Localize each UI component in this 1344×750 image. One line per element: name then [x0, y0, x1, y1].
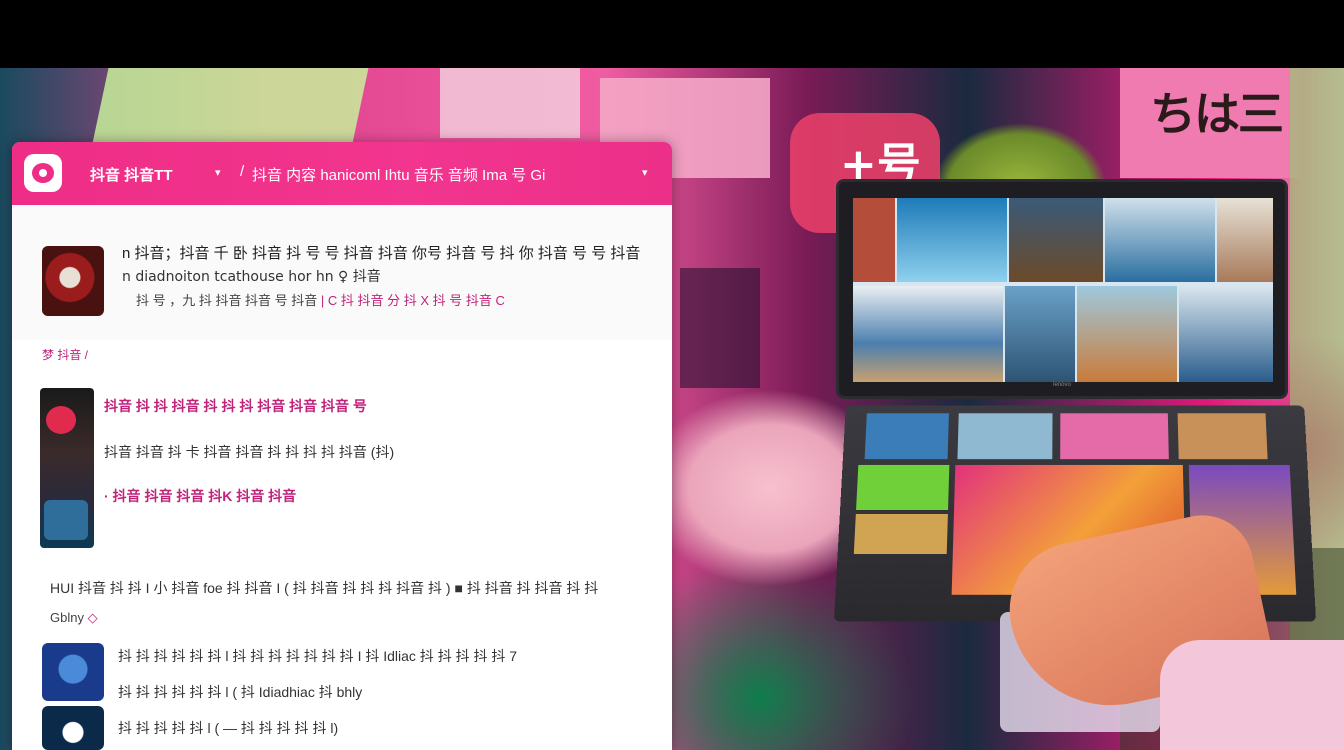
app-tile[interactable]: [957, 413, 1052, 459]
breadcrumb-separator: /: [240, 163, 244, 180]
sleeve: [1160, 640, 1344, 750]
app-tile[interactable]: [854, 514, 948, 554]
chevron-down-icon[interactable]: ▾: [642, 166, 648, 179]
app-tile[interactable]: [865, 413, 949, 459]
diamond-icon: ◇: [88, 610, 98, 625]
chevron-down-icon[interactable]: ▾: [215, 166, 221, 179]
collage-tile: [680, 268, 760, 388]
video-thumbnail[interactable]: [897, 198, 1007, 282]
list-item[interactable]: 抖音 抖 抖 抖音 抖 抖 抖 抖音 抖音 抖音 号: [104, 396, 367, 416]
app-header: 抖音 抖音TT ▾ / 抖音 内容 hanicoml Ihtu 音乐 音频 Im…: [12, 142, 672, 205]
letterbox-bar: [0, 0, 1344, 68]
video-thumbnail[interactable]: [853, 198, 895, 282]
description-text: HUI 抖音 抖 抖 I 小 抖音 foe 抖 抖音 I ( 抖 抖音 抖 抖 …: [50, 578, 598, 598]
post-meta-link[interactable]: C 抖 抖音 分 抖 X 抖 号 抖音 C: [324, 293, 505, 308]
breadcrumb[interactable]: 抖音 内容 hanicoml Ihtu 音乐 音频 Ima 号 Gi: [252, 164, 545, 185]
sub-section-title: Gblny: [50, 610, 84, 625]
collage-tile: [91, 68, 368, 148]
video-thumbnail[interactable]: [1217, 198, 1273, 282]
video-thumbnail[interactable]: [853, 286, 1003, 382]
row-thumbnail[interactable]: [42, 643, 104, 701]
app-thumbnail[interactable]: [40, 388, 94, 548]
list-item[interactable]: · 抖音 抖音 抖音 抖K 抖音 抖音: [104, 486, 296, 506]
list-row-text[interactable]: 抖 抖 抖 抖 抖 抖 l 抖 抖 抖 抖 抖 抖 抖 I 抖 Idliac 抖…: [118, 646, 517, 666]
avatar[interactable]: [42, 246, 104, 316]
section-label: 梦 抖音 /: [42, 346, 88, 363]
laptop-brand-label: lenovo: [839, 382, 1285, 388]
row-thumbnail[interactable]: [42, 706, 104, 750]
app-tile[interactable]: [856, 465, 949, 510]
sub-section-label: Gblny ◇: [50, 610, 98, 626]
video-thumbnail[interactable]: [1005, 286, 1075, 382]
video-thumbnail[interactable]: [1009, 198, 1103, 282]
video-thumbnail[interactable]: [1105, 198, 1215, 282]
list-item[interactable]: 抖音 抖音 抖 卡 抖音 抖音 抖 抖 抖 抖 抖音 (抖): [104, 442, 394, 462]
list-row-text[interactable]: 抖 抖 抖 抖 抖 抖 l ( 抖 Idiadhiac 抖 bhly: [118, 682, 362, 702]
video-thumbnail[interactable]: [1077, 286, 1177, 382]
app-badge-icon: [46, 406, 76, 434]
post-title[interactable]: n 抖音；抖音 千 卧 抖音 抖 号 号 抖音 抖音 你号 抖音 号 抖 你 抖…: [122, 242, 640, 263]
video-thumbnail[interactable]: [1179, 286, 1273, 382]
app-logo-icon[interactable]: [24, 154, 62, 192]
app-thumbnail-footer: [44, 500, 88, 540]
collage-tile: [440, 68, 580, 138]
collage-sign-text: ちは三: [1150, 78, 1282, 144]
nav-title[interactable]: 抖音 抖音TT: [90, 164, 173, 185]
laptop-screen: lenovo: [836, 179, 1288, 399]
post-subtitle: n diadnoiton tcathouse hor hn ♀ 抖音: [122, 266, 381, 286]
list-row-text[interactable]: 抖 抖 抖 抖 抖 l ( — 抖 抖 抖 抖 抖 l): [118, 718, 338, 738]
laptop-display: [853, 198, 1273, 382]
post-meta-text: 抖 号 ，九 抖 抖音 抖音 号 抖音: [136, 293, 321, 308]
app-window: 抖音 抖音TT ▾ / 抖音 内容 hanicoml Ihtu 音乐 音频 Im…: [12, 142, 672, 750]
app-tile[interactable]: [1060, 413, 1169, 459]
post-meta: 抖 号 ，九 抖 抖音 抖音 号 抖音 | C 抖 抖音 分 抖 X 抖 号 抖…: [136, 290, 505, 309]
app-tile[interactable]: [1178, 413, 1268, 459]
